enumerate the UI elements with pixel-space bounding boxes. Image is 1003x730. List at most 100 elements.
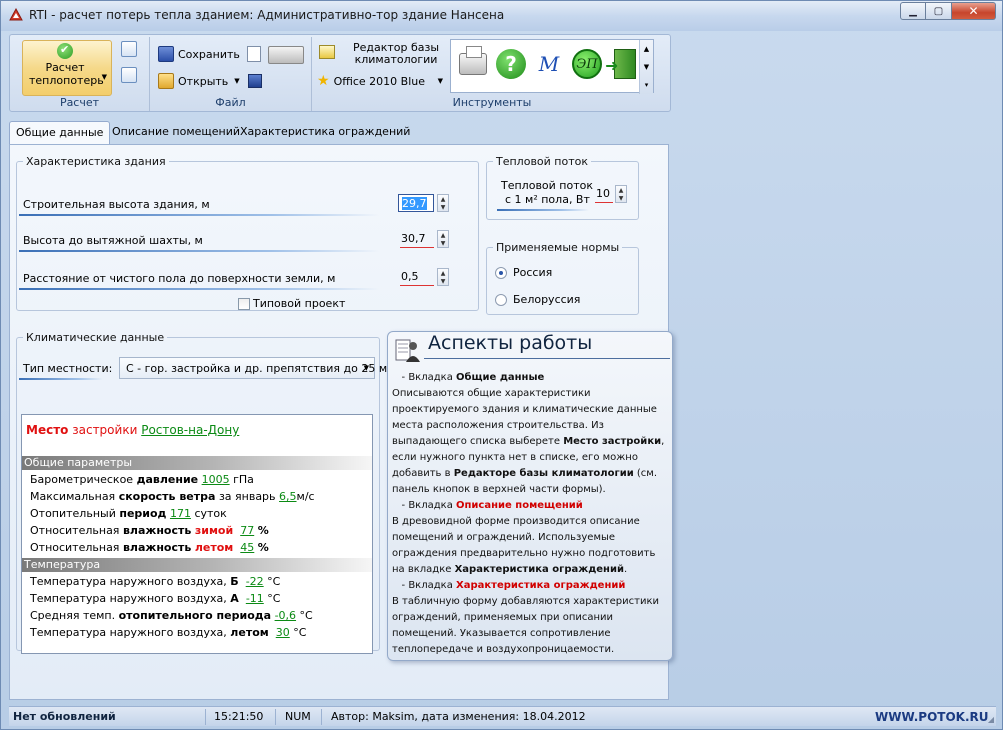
- close-button[interactable]: ✕: [952, 2, 996, 20]
- theme-selector[interactable]: ★ Office 2010 Blue ▼: [315, 71, 445, 91]
- param-text: Средняя темп.: [30, 609, 116, 622]
- chevron-down-icon[interactable]: ▼: [441, 278, 446, 285]
- temp-summer-value[interactable]: 30: [276, 626, 290, 639]
- mz-button[interactable]: M: [531, 46, 567, 82]
- ribbon-group-file: Сохранить Открыть ▼ Файл: [150, 37, 312, 111]
- tab-general[interactable]: Общие данные: [9, 121, 111, 145]
- climate-db-editor-button[interactable]: Редактор базы климатологии: [315, 41, 449, 67]
- theme-value: Office 2010 Blue: [333, 74, 425, 88]
- app-logo-icon: [9, 8, 23, 21]
- tab-enclosures[interactable]: Характеристика ограждений: [234, 121, 416, 143]
- temp-a-value[interactable]: -11: [246, 592, 264, 605]
- param-text: Относительная: [30, 524, 120, 537]
- save-icon: [158, 46, 174, 62]
- preview-icon[interactable]: [121, 67, 137, 83]
- city-link[interactable]: Ростов-на-Дону: [141, 423, 239, 437]
- resize-grip-icon[interactable]: ◢: [988, 715, 994, 724]
- exit-button[interactable]: [605, 46, 643, 82]
- new-document-icon[interactable]: [247, 46, 261, 62]
- save-as-icon[interactable]: [248, 74, 262, 88]
- minimize-icon: ▁: [909, 5, 917, 17]
- watermark: WWW.POTOK.RU: [875, 710, 989, 724]
- heat-flow-legend: Тепловой поток: [496, 155, 589, 168]
- wind-row: Максимальная скорость ветра за январь 6,…: [30, 490, 315, 503]
- heat-flow-input[interactable]: 10: [593, 185, 613, 203]
- tab-rooms[interactable]: Описание помещений: [106, 121, 246, 143]
- heat-flow-label-1: Тепловой поток: [501, 179, 594, 192]
- chevron-down-icon[interactable]: ▼: [619, 195, 624, 202]
- radio-dot[interactable]: [495, 293, 507, 306]
- checklist-icon[interactable]: [121, 41, 137, 57]
- tab-label: Характеристика ограждений: [240, 125, 411, 138]
- height-label: Строительная высота здания, м: [23, 198, 210, 211]
- param-season: летом: [194, 541, 234, 554]
- aspect-prefix: - Вкладка: [398, 580, 453, 591]
- norms-group: Применяемые нормы Россия Белоруссия: [486, 241, 639, 315]
- param-unit: °C: [293, 626, 307, 639]
- ep-icon: ЭП: [572, 49, 602, 79]
- aspect-text: .: [623, 564, 628, 575]
- star-icon: ★: [317, 73, 330, 89]
- period-value[interactable]: 171: [170, 507, 191, 520]
- chevron-up-icon[interactable]: ▲: [441, 270, 446, 277]
- printer-icon: [459, 46, 487, 75]
- title-bar[interactable]: RTI - расчет потерь тепла зданием: Админ…: [1, 1, 1002, 31]
- ground-input[interactable]: 0,5: [398, 268, 434, 286]
- param-unit: °C: [267, 575, 281, 588]
- chevron-down-icon[interactable]: ▼: [441, 240, 446, 247]
- param-key: летом: [230, 626, 269, 639]
- aspect-3: - Вкладка Характеристика ограждений: [392, 578, 670, 594]
- open-button[interactable]: Открыть ▼: [158, 71, 240, 91]
- radio-dot[interactable]: [495, 266, 507, 279]
- gallery-scroll[interactable]: ▲ ▼ ▾: [639, 40, 653, 94]
- chevron-down-icon[interactable]: ▼: [644, 63, 649, 71]
- help-button[interactable]: ?: [493, 46, 529, 82]
- norm-belarus-radio[interactable]: Белоруссия: [495, 293, 580, 306]
- temp-b-value[interactable]: -22: [246, 575, 264, 588]
- ep-button[interactable]: ЭП: [569, 46, 605, 82]
- aspects-title: Аспекты работы: [428, 332, 593, 354]
- ground-spinner[interactable]: ▲ ▼: [437, 268, 449, 286]
- humidity-winter-value[interactable]: 77: [240, 524, 254, 537]
- param-key: влажность: [122, 541, 192, 554]
- param-unit: %: [257, 524, 269, 537]
- height-input[interactable]: 29,7: [398, 194, 434, 212]
- climate-legend: Климатические данные: [26, 331, 165, 344]
- print-button[interactable]: [455, 46, 491, 82]
- chevron-up-icon[interactable]: ▲: [441, 196, 446, 203]
- pressure-value[interactable]: 1005: [202, 473, 230, 486]
- save-button[interactable]: Сохранить: [158, 44, 240, 64]
- status-divider: [321, 709, 322, 725]
- checkbox-box[interactable]: [238, 297, 250, 310]
- humidity-summer-value[interactable]: 45: [240, 541, 254, 554]
- temp-avg-value[interactable]: -0,6: [275, 609, 296, 622]
- chevron-down-icon[interactable]: ▼: [441, 204, 446, 211]
- folder-open-icon: [158, 73, 174, 89]
- typical-project-checkbox[interactable]: Типовой проект: [238, 297, 345, 310]
- chevron-up-icon[interactable]: ▲: [644, 45, 649, 53]
- ribbon-group-label: Файл: [215, 96, 246, 109]
- building-legend: Характеристика здания: [26, 155, 166, 168]
- minimize-button[interactable]: ▁: [900, 2, 926, 20]
- humidity-winter-row: Относительная влажность зимой 77 %: [30, 524, 269, 537]
- chevron-up-icon[interactable]: ▲: [619, 187, 624, 194]
- height-spinner[interactable]: ▲ ▼: [437, 194, 449, 212]
- export-icon[interactable]: [268, 46, 304, 64]
- heat-flow-spinner[interactable]: ▲ ▼: [615, 185, 627, 203]
- maximize-button[interactable]: ▢: [926, 2, 952, 20]
- calc-heat-loss-button[interactable]: Расчет теплопотерь ▼: [22, 40, 112, 96]
- wind-value[interactable]: 6,5: [279, 490, 297, 503]
- param-text: Относительная: [30, 541, 120, 554]
- terrain-select[interactable]: С - гор. застройка и др. препятствия до …: [119, 357, 387, 379]
- shaft-input[interactable]: 30,7: [398, 230, 434, 248]
- aspect-2: - Вкладка Описание помещений: [392, 498, 670, 514]
- height-value: 29,7: [402, 197, 427, 210]
- aspects-text: - Вкладка Общие данные Описываются общие…: [392, 370, 670, 658]
- status-num: NUM: [285, 710, 311, 723]
- chevron-up-icon[interactable]: ▲: [441, 232, 446, 239]
- gallery-more-icon[interactable]: ▾: [645, 81, 649, 89]
- shaft-spinner[interactable]: ▲ ▼: [437, 230, 449, 248]
- norm-russia-radio[interactable]: Россия: [495, 266, 552, 279]
- place-word-2: застройки: [72, 423, 138, 437]
- field-underline: [19, 250, 379, 252]
